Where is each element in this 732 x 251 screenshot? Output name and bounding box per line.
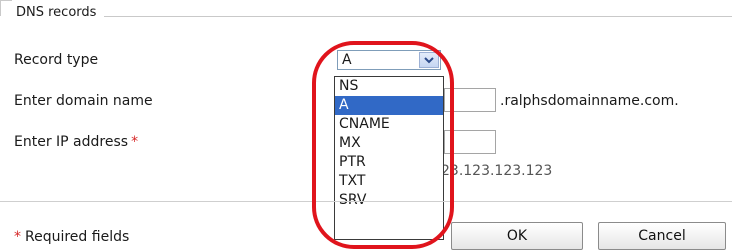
fieldset-top-edge: [0, 0, 12, 1]
domain-name-label: Enter domain name: [14, 93, 153, 109]
record-type-label: Record type: [14, 52, 99, 68]
required-note-star: *: [14, 229, 21, 245]
domain-suffix: .ralphsdomainname.com.: [500, 93, 679, 109]
required-star: *: [131, 134, 139, 150]
dropdown-option-a[interactable]: A: [335, 96, 443, 115]
ip-address-input[interactable]: [444, 130, 496, 154]
fieldset-legend: DNS records: [14, 5, 99, 20]
record-type-select[interactable]: A: [337, 50, 441, 70]
cancel-button[interactable]: Cancel: [598, 222, 726, 250]
dropdown-option-mx[interactable]: MX: [335, 134, 443, 153]
ip-address-hint: 23.123.123.123: [441, 163, 553, 179]
record-type-dropdown-list: NS A CNAME MX PTR TXT SRV: [334, 76, 444, 240]
dropdown-option-cname[interactable]: CNAME: [335, 115, 443, 134]
required-fields-text: Required fields: [25, 229, 130, 245]
dropdown-option-ptr[interactable]: PTR: [335, 153, 443, 172]
footer-divider: [0, 201, 732, 202]
chevron-down-icon[interactable]: [419, 52, 439, 68]
fieldset-left-edge: [0, 0, 1, 16]
ip-address-label: Enter IP address *: [14, 134, 138, 150]
required-fields-note: * Required fields: [14, 229, 129, 245]
fieldset-border: [104, 16, 732, 17]
domain-name-input[interactable]: [444, 88, 496, 112]
dropdown-option-ns[interactable]: NS: [335, 77, 443, 96]
record-type-value: A: [342, 52, 352, 68]
dropdown-option-txt[interactable]: TXT: [335, 172, 443, 191]
ip-address-label-text: Enter IP address: [14, 134, 129, 150]
ok-button[interactable]: OK: [451, 222, 583, 250]
